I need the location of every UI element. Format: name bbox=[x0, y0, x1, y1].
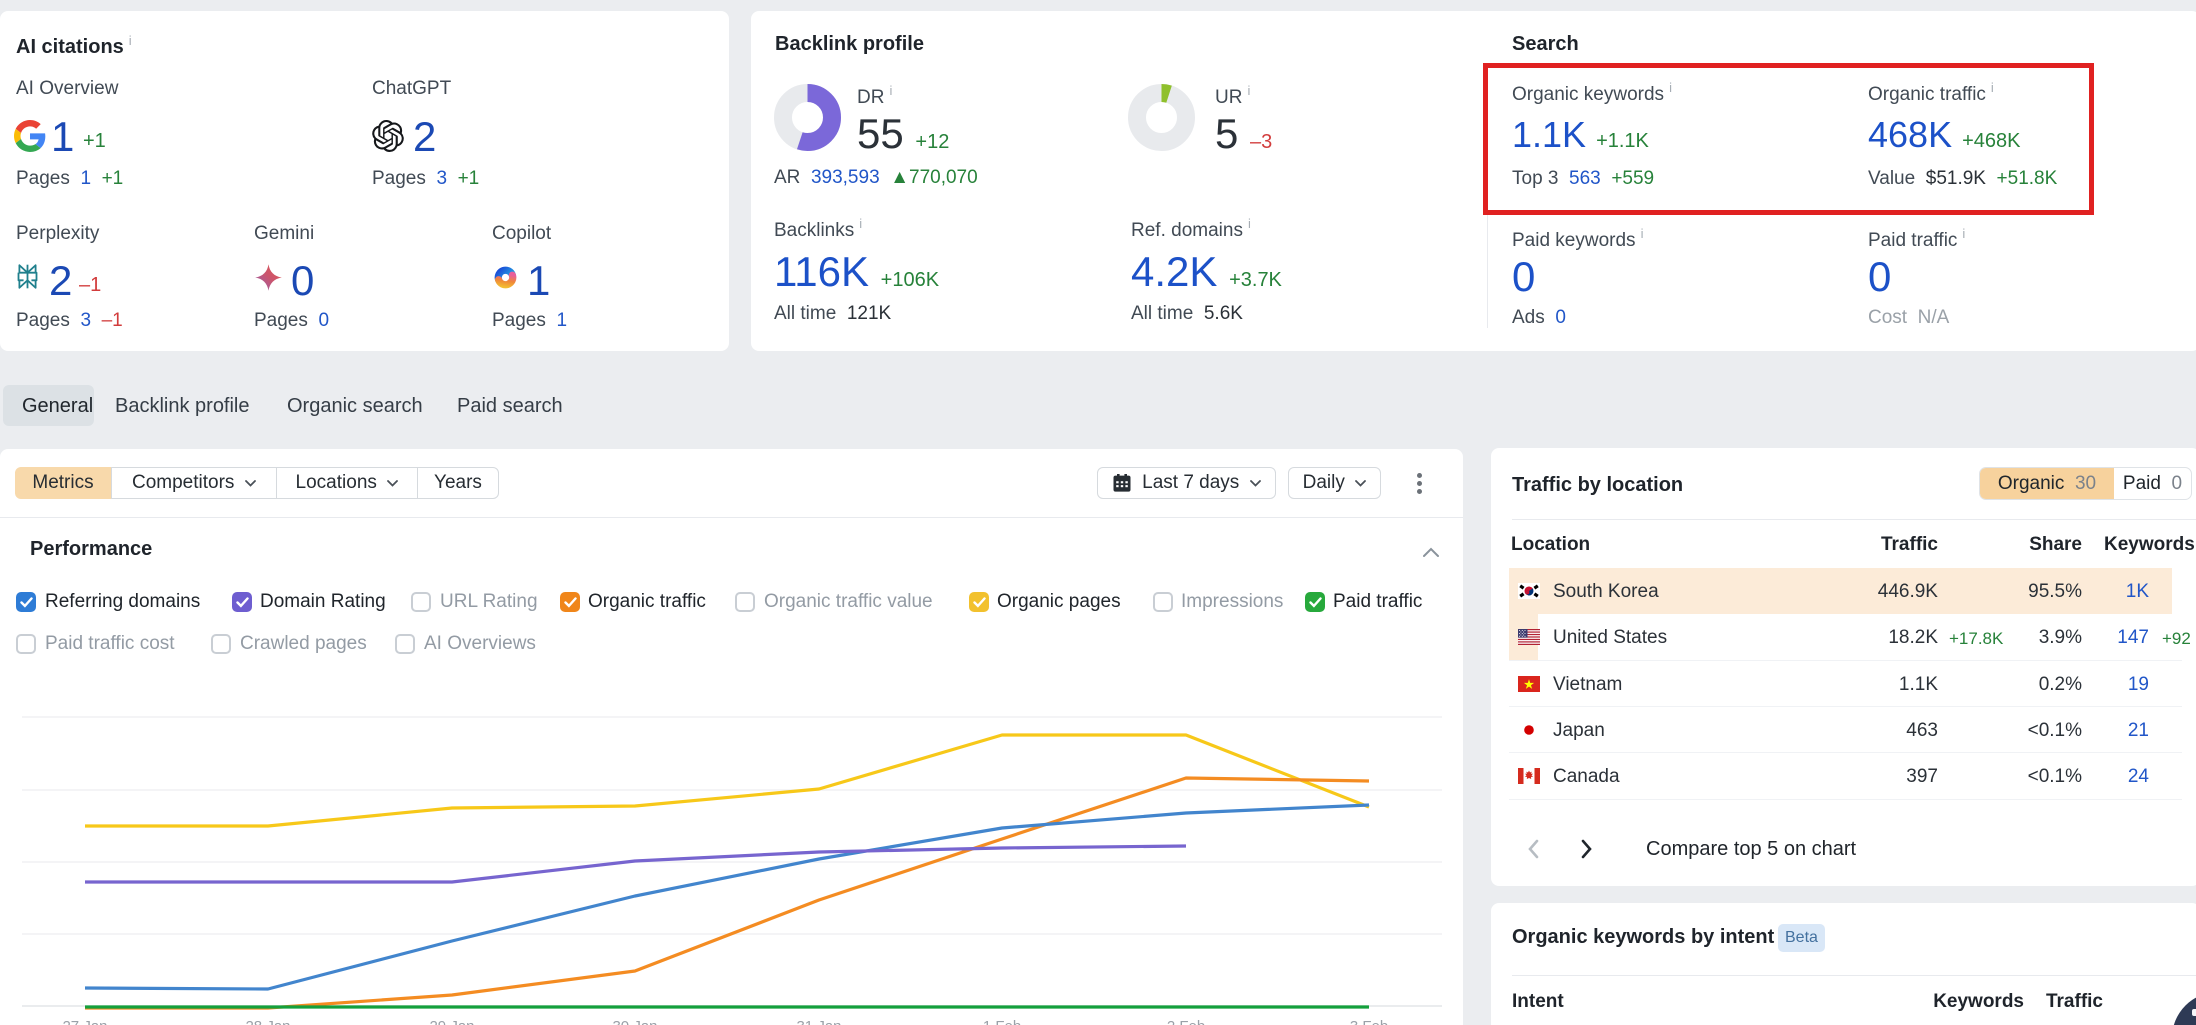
svg-text:1 Feb: 1 Feb bbox=[983, 1018, 1021, 1025]
svg-text:29 Jan: 29 Jan bbox=[429, 1018, 474, 1025]
svg-text:28 Jan: 28 Jan bbox=[245, 1018, 290, 1025]
svg-text:30 Jan: 30 Jan bbox=[612, 1018, 657, 1025]
svg-text:27 Jan: 27 Jan bbox=[62, 1018, 107, 1025]
svg-text:31 Jan: 31 Jan bbox=[796, 1018, 841, 1025]
svg-text:2 Feb: 2 Feb bbox=[1167, 1018, 1205, 1025]
svg-text:3 Feb: 3 Feb bbox=[1350, 1018, 1388, 1025]
